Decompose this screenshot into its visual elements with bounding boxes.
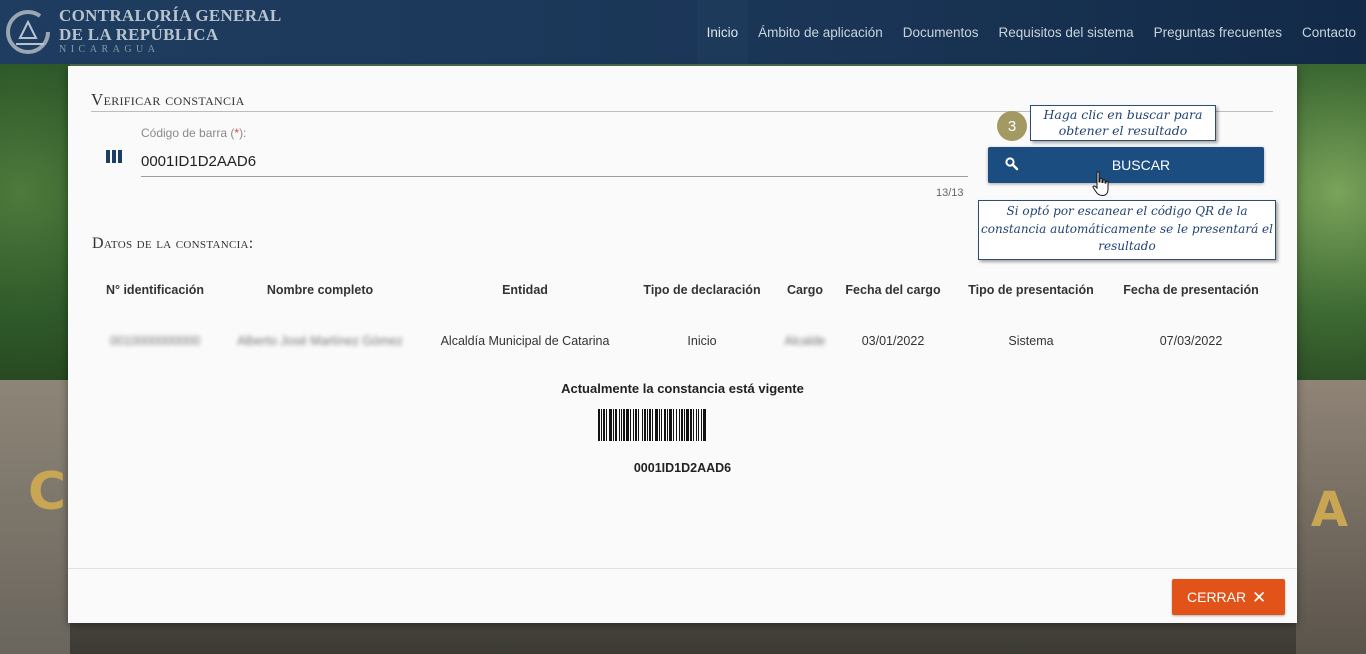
- callout-qr-hint: Si optó por escanear el código QR de la …: [978, 200, 1276, 260]
- barcode-bar: [696, 409, 697, 441]
- barcode-bar: [623, 409, 625, 441]
- brand-text: CONTRALORÍA GENERAL DE LA REPÚBLICA NICA…: [59, 6, 281, 55]
- background-trees-right: [1296, 60, 1366, 390]
- background-sign-letter: A: [1310, 482, 1348, 538]
- modal-title: Verificar constancia: [91, 90, 245, 109]
- col-header-tipo-presentacion: Tipo de presentación: [968, 283, 1094, 297]
- verify-modal: Verificar constancia Código de barra (*)…: [68, 66, 1297, 623]
- brand-line-2: DE LA REPÚBLICA: [59, 25, 219, 44]
- col-header-fecha-cargo: Fecha del cargo: [845, 283, 941, 297]
- footer-divider: [68, 568, 1297, 569]
- barcode-bar: [609, 409, 612, 441]
- barcode-bar: [659, 409, 660, 441]
- col-header-identificacion: N° identificación: [105, 283, 205, 297]
- barcode-bar: [642, 409, 643, 441]
- cell-tipo-presentacion: Sistema: [1008, 334, 1054, 348]
- close-icon: ✕: [1252, 588, 1267, 607]
- barcode-bar: [606, 409, 607, 441]
- col-header-entidad: Entidad: [502, 283, 548, 297]
- cell-entidad: Alcaldía Municipal de Catarina: [440, 334, 610, 348]
- barcode-bar: [661, 409, 662, 441]
- barcode-bar: [681, 409, 683, 441]
- background-sign-letter: C: [28, 462, 67, 522]
- barcode-bar: [598, 409, 600, 441]
- barcode-caption: 0001ID1D2AAD6: [633, 461, 732, 475]
- cell-cargo: Alcalde: [784, 334, 826, 348]
- cell-tipo-declaracion: Inicio: [687, 334, 717, 348]
- barcode-bar: [647, 409, 648, 441]
- col-header-nombre: Nombre completo: [266, 283, 374, 297]
- barcode-bar: [655, 409, 658, 441]
- barcode-input[interactable]: [141, 146, 968, 177]
- barcode-bar: [633, 409, 634, 441]
- barcode-bar: [703, 409, 706, 441]
- barcode-bar: [693, 409, 694, 441]
- nav-item-ambito[interactable]: Ámbito de aplicación: [748, 0, 893, 64]
- barcode-bar: [652, 409, 653, 441]
- cell-fecha-cargo: 03/01/2022: [861, 334, 925, 348]
- barcode-bar: [690, 409, 692, 441]
- barcode-bar: [603, 409, 605, 441]
- cell-nombre: Alberto José Martínez Gómez: [237, 334, 403, 348]
- contraloria-logo[interactable]: [4, 4, 56, 56]
- barcode-bar: [698, 409, 699, 441]
- barcode-bar: [667, 409, 668, 441]
- main-nav: Inicio Ámbito de aplicación Documentos R…: [696, 0, 1366, 64]
- nav-item-documentos[interactable]: Documentos: [893, 0, 989, 64]
- close-button-label: CERRAR: [1187, 589, 1247, 605]
- search-icon: [1005, 157, 1019, 171]
- barcode-bar: [619, 409, 620, 441]
- barcode-bar: [644, 409, 646, 441]
- barcode-bar: [601, 409, 602, 441]
- barcode-bar: [626, 409, 629, 441]
- close-button[interactable]: CERRAR ✕: [1172, 579, 1285, 615]
- barcode-bar: [673, 409, 674, 441]
- hand-cursor-icon: [1092, 171, 1109, 197]
- barcode-bar: [686, 409, 689, 441]
- barcode-icon: [106, 150, 124, 163]
- nav-item-requisitos[interactable]: Requisitos del sistema: [989, 0, 1144, 64]
- nav-item-preguntas[interactable]: Preguntas frecuentes: [1144, 0, 1292, 64]
- background-trees-left: [0, 60, 70, 390]
- barcode-bar: [679, 409, 680, 441]
- barcode-bar: [676, 409, 677, 441]
- site-header: CONTRALORÍA GENERAL DE LA REPÚBLICA NICA…: [0, 0, 1366, 64]
- cell-fecha-presentacion: 07/03/2022: [1159, 334, 1223, 348]
- barcode-bar: [630, 409, 631, 441]
- barcode-bar: [613, 409, 614, 441]
- callout-search-hint: Haga clic en buscar para obtener el resu…: [1030, 105, 1216, 141]
- barcode-bar: [684, 409, 685, 441]
- col-header-fecha-presentacion: Fecha de presentación: [1123, 283, 1259, 297]
- barcode-bar: [701, 409, 702, 441]
- search-button-label: BUSCAR: [1111, 157, 1171, 173]
- nav-item-contacto[interactable]: Contacto: [1292, 0, 1366, 64]
- col-header-tipo-declaracion: Tipo de declaración: [643, 283, 761, 297]
- status-text: Actualmente la constancia está vigente: [561, 381, 804, 396]
- barcode-bar: [649, 409, 651, 441]
- barcode-image: [598, 409, 706, 441]
- barcode-field-label: Código de barra (*):: [141, 126, 247, 140]
- search-button[interactable]: BUSCAR: [988, 147, 1264, 183]
- step-badge: 3: [997, 111, 1027, 141]
- brand-line-3: NICARAGUA: [59, 44, 160, 55]
- char-counter: 13/13: [936, 187, 964, 199]
- barcode-bar: [621, 409, 622, 441]
- barcode-bar: [669, 409, 672, 441]
- cell-identificacion: 0010000000000: [109, 334, 201, 348]
- barcode-bar: [638, 409, 639, 441]
- nav-item-inicio[interactable]: Inicio: [696, 0, 749, 64]
- barcode-bar: [615, 409, 617, 441]
- brand-line-1: CONTRALORÍA GENERAL: [59, 6, 282, 25]
- barcode-bar: [635, 409, 637, 441]
- barcode-bar: [664, 409, 666, 441]
- col-header-cargo: Cargo: [786, 283, 824, 297]
- section-title: Datos de la constancia:: [92, 235, 254, 252]
